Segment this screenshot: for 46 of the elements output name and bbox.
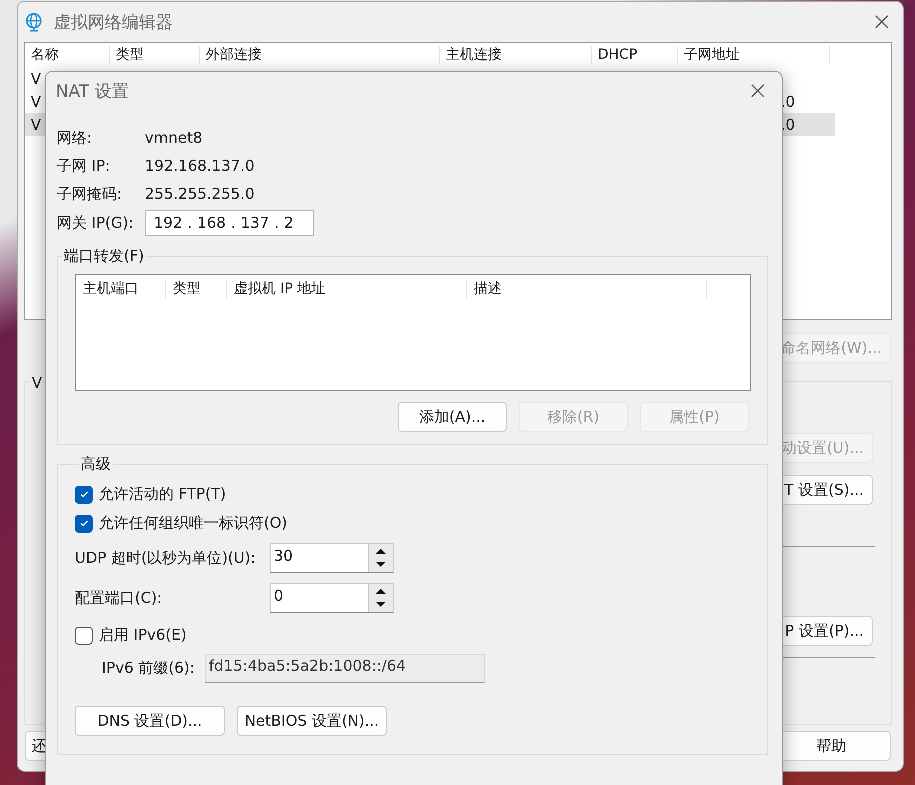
table-cell: .0 xyxy=(781,92,796,110)
checkbox-label[interactable]: 允许活动的 FTP(T) xyxy=(99,485,226,504)
column-header[interactable]: 虚拟机 IP 地址 xyxy=(227,280,467,298)
field-label: 子网掩码: xyxy=(57,184,124,204)
checkmark-icon xyxy=(78,518,90,529)
table-cell-text: V xyxy=(30,116,42,134)
checkbox[interactable] xyxy=(75,486,93,504)
checkmark-icon xyxy=(78,489,90,500)
checkbox-label[interactable]: 允许任何组织唯一标识符(O) xyxy=(99,514,288,533)
column-header[interactable]: 主机连接 xyxy=(440,46,592,64)
column-header[interactable]: 类型 xyxy=(110,46,200,64)
field-value: 192.168.137.0 xyxy=(145,157,255,175)
checkbox[interactable] xyxy=(75,626,93,644)
close-icon[interactable] xyxy=(875,15,889,29)
field-label: 网络: xyxy=(57,128,94,148)
table-cell-text: V xyxy=(30,70,42,88)
number-spinner[interactable]: 30 xyxy=(270,543,394,573)
button[interactable]: DNS 设置(D)... xyxy=(75,706,225,736)
table-cell-text: V xyxy=(30,92,42,110)
column-header[interactable]: 类型 xyxy=(166,280,227,298)
field-label: 配置端口(C): xyxy=(75,588,164,608)
field-label: UDP 超时(以秒为单位)(U): xyxy=(75,548,257,568)
field-label: 网关 IP(G): xyxy=(57,214,135,232)
field-value: vmnet8 xyxy=(145,129,203,147)
group-title: 端口转发(F) xyxy=(63,247,146,266)
field-label: IPv6 前缀(6): xyxy=(102,658,196,678)
checkbox-label[interactable]: 启用 IPv6(E) xyxy=(99,626,187,645)
column-header[interactable]: DHCP xyxy=(592,47,678,63)
column-header[interactable]: 主机端口 xyxy=(76,280,166,298)
close-icon[interactable] xyxy=(751,84,765,98)
number-spinner[interactable]: 0 xyxy=(270,583,394,613)
dialog-title: NAT 设置 xyxy=(56,80,129,102)
checkbox[interactable] xyxy=(75,514,93,532)
group-title: 高级 xyxy=(80,455,112,474)
field-label: 子网 IP: xyxy=(57,156,112,176)
column-header[interactable]: 描述 xyxy=(467,280,707,298)
column-header[interactable]: 子网地址 xyxy=(678,46,830,64)
column-header[interactable]: 名称 xyxy=(25,46,110,64)
window-title: 虚拟网络编辑器 xyxy=(54,12,173,34)
field-value: 255.255.255.0 xyxy=(145,185,255,203)
button[interactable]: NetBIOS 设置(N)... xyxy=(237,706,387,736)
ip-address-field[interactable]: 192 . 168 . 137 . 2 xyxy=(145,210,314,236)
table-cell: .0 xyxy=(781,116,796,134)
column-header[interactable]: 外部连接 xyxy=(200,46,440,64)
button[interactable]: 添加(A)... xyxy=(398,402,507,432)
globe-icon xyxy=(24,12,44,32)
